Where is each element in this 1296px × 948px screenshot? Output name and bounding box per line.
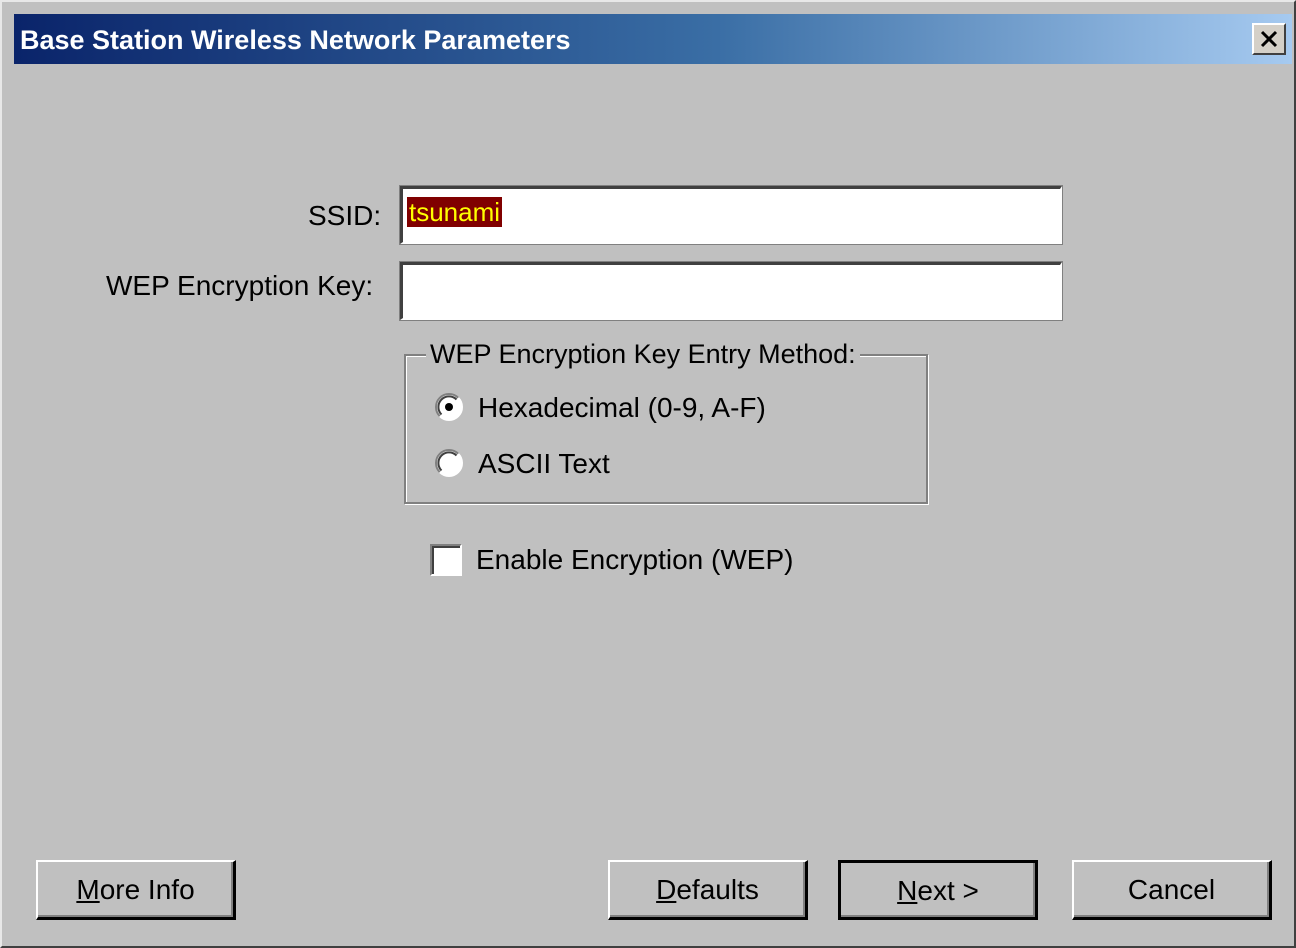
enable-encryption-label[interactable]: Enable Encryption (WEP)	[476, 544, 793, 576]
radio-dot-icon	[445, 403, 453, 411]
hexadecimal-radio[interactable]	[434, 392, 464, 422]
window-title: Base Station Wireless Network Parameters	[20, 25, 571, 55]
cancel-label: Cancel	[1127, 874, 1216, 905]
next-button[interactable]: Next >	[838, 860, 1038, 920]
defaults-label: efaults	[676, 874, 759, 905]
more-info-label: ore Info	[99, 874, 195, 905]
hexadecimal-radio-label[interactable]: Hexadecimal (0-9, A-F)	[478, 392, 766, 424]
ascii-text-radio-label[interactable]: ASCII Text	[478, 448, 610, 480]
next-label: ext >	[917, 875, 979, 906]
entry-method-group: WEP Encryption Key Entry Method:	[404, 337, 928, 504]
ascii-text-radio[interactable]	[434, 448, 464, 478]
ssid-label: SSID:	[308, 200, 382, 231]
next-mnemonic: N	[897, 875, 918, 906]
dialog-window: Base Station Wireless Network Parameters…	[0, 0, 1296, 948]
close-button[interactable]	[1252, 23, 1286, 55]
entry-method-legend: WEP Encryption Key Entry Method:	[426, 337, 860, 371]
more-info-button[interactable]: More Info	[36, 860, 236, 920]
defaults-mnemonic: D	[656, 874, 677, 905]
wep-key-label: WEP Encryption Key:	[106, 270, 374, 301]
more-info-mnemonic: M	[76, 874, 100, 905]
enable-encryption-checkbox[interactable]	[430, 544, 462, 576]
title-bar[interactable]: Base Station Wireless Network Parameters	[14, 14, 1292, 64]
ssid-input[interactable]: tsunami	[400, 186, 1062, 244]
close-icon	[1260, 30, 1278, 48]
defaults-button[interactable]: Defaults	[608, 860, 808, 920]
ssid-value-selected-text: tsunami	[407, 197, 503, 227]
wep-key-input[interactable]	[400, 262, 1062, 320]
cancel-button[interactable]: Cancel	[1072, 860, 1272, 920]
